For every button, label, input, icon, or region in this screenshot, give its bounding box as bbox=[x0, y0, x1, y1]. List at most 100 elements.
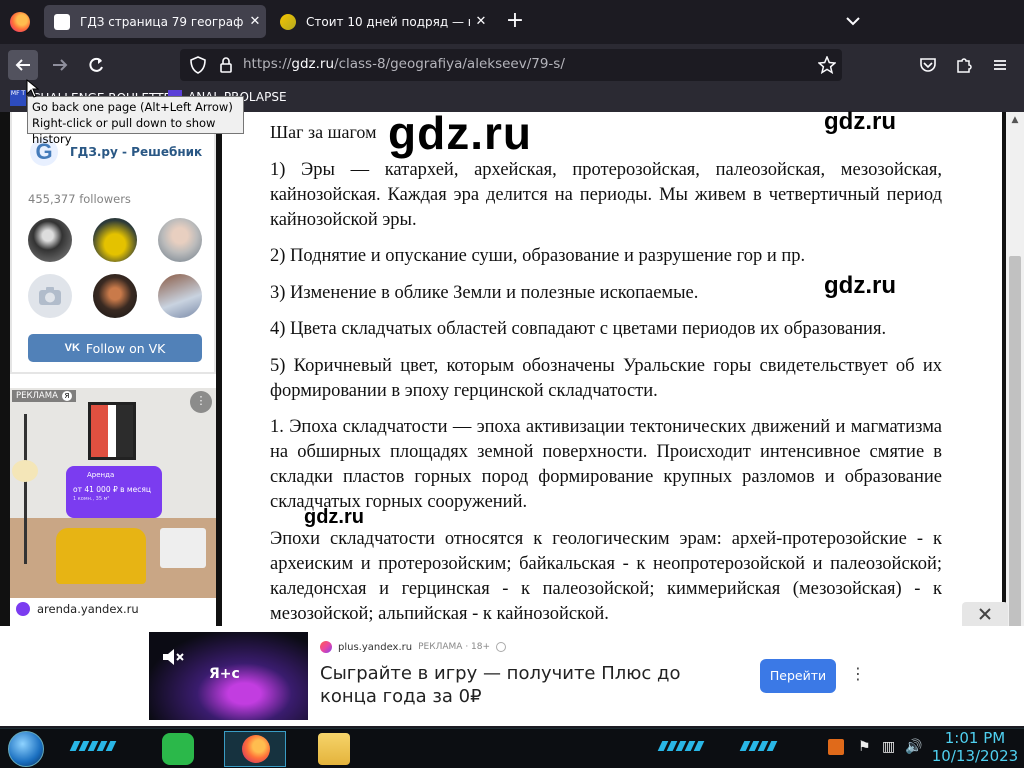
app-menu-button[interactable] bbox=[985, 50, 1015, 80]
clock[interactable]: 1:01 PM 10/13/2023 bbox=[930, 729, 1020, 765]
list-all-tabs-button[interactable] bbox=[840, 8, 866, 34]
floor-lamp-shade bbox=[12, 460, 38, 482]
url-prefix: https:// bbox=[243, 56, 292, 72]
answer-paragraph: Эпохи складчатости относятся к геологиче… bbox=[270, 529, 942, 624]
notes-app-icon[interactable] bbox=[162, 733, 194, 765]
muted-speaker-icon[interactable] bbox=[161, 646, 187, 668]
gdz-favicon-icon bbox=[54, 13, 70, 30]
answer-paragraph: 2) Поднятие и опускание суши, образовани… bbox=[270, 246, 806, 266]
pocket-icon bbox=[920, 58, 936, 72]
network-icon[interactable]: ▥ bbox=[882, 739, 895, 755]
page-viewport: G ГДЗ.ру - Решебник 455,377 followers VK… bbox=[0, 107, 1024, 710]
close-banner-button[interactable] bbox=[962, 602, 1008, 626]
answer-paragraph: 1) Эры — катархей, архейская, протерозой… bbox=[270, 160, 942, 230]
avatar[interactable] bbox=[93, 274, 137, 318]
yandex-plus-logo-icon bbox=[320, 641, 332, 653]
tab-bar: ГДЗ страница 79 география 8 клас ✕ Стоит… bbox=[0, 0, 1024, 44]
avatar[interactable] bbox=[158, 274, 202, 318]
url-bar[interactable]: https://gdz.ru/class-8/geografiya/alekse… bbox=[180, 49, 842, 81]
banner-cta-button[interactable]: Перейти bbox=[760, 659, 836, 693]
reload-button[interactable] bbox=[81, 50, 111, 80]
answer-paragraph: 1. Эпоха складчатости — эпоха активизаци… bbox=[270, 417, 942, 512]
ad-card-brand: Аренда bbox=[87, 471, 115, 479]
answer-paragraph: 4) Цвета складчатых областей совпадают с… bbox=[270, 319, 887, 339]
back-button-tooltip: Go back one page (Alt+Left Arrow) Right-… bbox=[27, 96, 244, 146]
reload-icon bbox=[89, 57, 103, 72]
navigation-toolbar: https://gdz.ru/class-8/geografiya/alekse… bbox=[0, 44, 1024, 86]
avatar[interactable] bbox=[93, 218, 137, 262]
follow-on-vk-button[interactable]: VK Follow on VK bbox=[28, 334, 202, 362]
ad-domain: arenda.yandex.ru bbox=[37, 602, 139, 616]
page-scrollbar[interactable]: ▲ bbox=[1006, 112, 1024, 710]
camera-icon bbox=[39, 287, 61, 305]
side-advertisement[interactable]: Аренда от 41 000 ₽ в месяц 1 комн., 35 м… bbox=[10, 388, 216, 626]
ad-options-button[interactable]: ⋮ bbox=[190, 391, 212, 413]
mouse-pointer-icon bbox=[26, 79, 40, 98]
scroll-up-arrow[interactable]: ▲ bbox=[1006, 112, 1024, 128]
banner-video[interactable]: Я+с bbox=[149, 632, 308, 720]
info-icon[interactable] bbox=[496, 642, 507, 652]
wall-art bbox=[88, 402, 136, 460]
gdz-watermark: gdz.ru bbox=[304, 506, 364, 528]
taskbar-decoration bbox=[69, 741, 117, 753]
gdz-watermark: gdz.ru bbox=[824, 272, 896, 299]
banner-more-button[interactable]: ⋮ bbox=[850, 664, 866, 688]
vk-group-widget: G ГДЗ.ру - Решебник 455,377 followers VK… bbox=[10, 112, 216, 374]
firefox-menu-icon[interactable] bbox=[10, 12, 30, 32]
firefox-icon bbox=[242, 735, 270, 763]
ad-domain-row[interactable]: arenda.yandex.ru bbox=[16, 602, 139, 616]
lock-icon[interactable] bbox=[218, 56, 234, 74]
close-icon bbox=[979, 608, 991, 620]
floor-lamp bbox=[24, 414, 27, 564]
url-text[interactable]: https://gdz.ru/class-8/geografiya/alekse… bbox=[243, 56, 565, 72]
ad-info-card[interactable]: Аренда от 41 000 ₽ в месяц 1 комн., 35 м… bbox=[66, 466, 162, 518]
left-sidebar: G ГДЗ.ру - Решебник 455,377 followers VK… bbox=[10, 112, 216, 626]
banner-source: plus.yandex.ru bbox=[338, 641, 413, 653]
main-content: Шаг за шагом 1) Эры — катархей, архейска… bbox=[222, 107, 1002, 626]
new-tab-button[interactable]: + bbox=[502, 8, 528, 34]
banner-ad-label: РЕКЛАМА · 18+ bbox=[418, 642, 491, 652]
vk-group-name[interactable]: ГДЗ.ру - Решебник bbox=[70, 145, 202, 159]
follow-label: Follow on VK bbox=[85, 340, 166, 356]
avatar[interactable] bbox=[158, 218, 202, 262]
vk-followers-count: 455,377 followers bbox=[28, 192, 131, 206]
taskbar: ⚑ ▥ 🔊 1:01 PM 10/13/2023 bbox=[0, 728, 1024, 768]
ad-label-text: РЕКЛАМА bbox=[16, 391, 58, 401]
tracking-protection-shield-icon[interactable] bbox=[190, 56, 206, 74]
puzzle-piece-icon bbox=[957, 58, 972, 73]
tab-gdz[interactable]: ГДЗ страница 79 география 8 клас ✕ bbox=[44, 5, 266, 38]
close-tab-icon[interactable]: ✕ bbox=[470, 14, 492, 29]
back-button[interactable] bbox=[8, 50, 38, 80]
url-domain: gdz.ru bbox=[291, 56, 335, 72]
file-explorer-icon[interactable] bbox=[318, 733, 350, 765]
volume-icon[interactable]: 🔊 bbox=[905, 739, 922, 755]
chevron-down-icon bbox=[846, 17, 860, 26]
banner-headline[interactable]: Сыграйте в игру — получите Плюс до конца… bbox=[320, 662, 740, 708]
avatar[interactable] bbox=[28, 274, 72, 318]
bottom-ad-banner[interactable]: Я+с plus.yandex.ru РЕКЛАМА · 18+ Сыграйт… bbox=[0, 602, 1024, 726]
gdz-watermark: gdz.ru bbox=[388, 107, 532, 159]
forward-button[interactable] bbox=[45, 50, 75, 80]
yellow-armchair bbox=[56, 528, 146, 584]
avatar[interactable] bbox=[28, 218, 72, 262]
url-path: /class-8/geografiya/alekseev/79-s/ bbox=[334, 56, 565, 72]
arenda-favicon-icon bbox=[16, 602, 30, 616]
firefox-taskbar-button[interactable] bbox=[224, 731, 286, 767]
close-tab-icon[interactable]: ✕ bbox=[244, 14, 266, 29]
ad-card-detail: 1 комн., 35 м² bbox=[73, 496, 110, 502]
clock-time: 1:01 PM bbox=[944, 729, 1006, 747]
tray-app-icon[interactable] bbox=[828, 739, 844, 755]
answer-paragraph: 5) Коричневый цвет, которым обозначены У… bbox=[270, 356, 942, 401]
ad-image[interactable]: Аренда от 41 000 ₽ в месяц 1 комн., 35 м… bbox=[10, 388, 216, 598]
desktop: ГДЗ страница 79 география 8 клас ✕ Стоит… bbox=[0, 0, 1024, 768]
mft-favicon-icon: MF T bbox=[10, 90, 26, 106]
flag-icon[interactable]: ⚑ bbox=[858, 739, 871, 755]
hamburger-menu-icon bbox=[994, 60, 1006, 70]
extensions-button[interactable] bbox=[949, 50, 979, 80]
pocket-button[interactable] bbox=[913, 50, 943, 80]
bookmark-star-icon[interactable] bbox=[818, 56, 836, 74]
start-button[interactable] bbox=[8, 731, 44, 767]
gdz-watermark: gdz.ru bbox=[824, 108, 896, 135]
tab-title: Стоит 10 дней подряд — купи bbox=[306, 14, 470, 29]
tab-yandex[interactable]: Стоит 10 дней подряд — купи ✕ bbox=[270, 5, 492, 38]
